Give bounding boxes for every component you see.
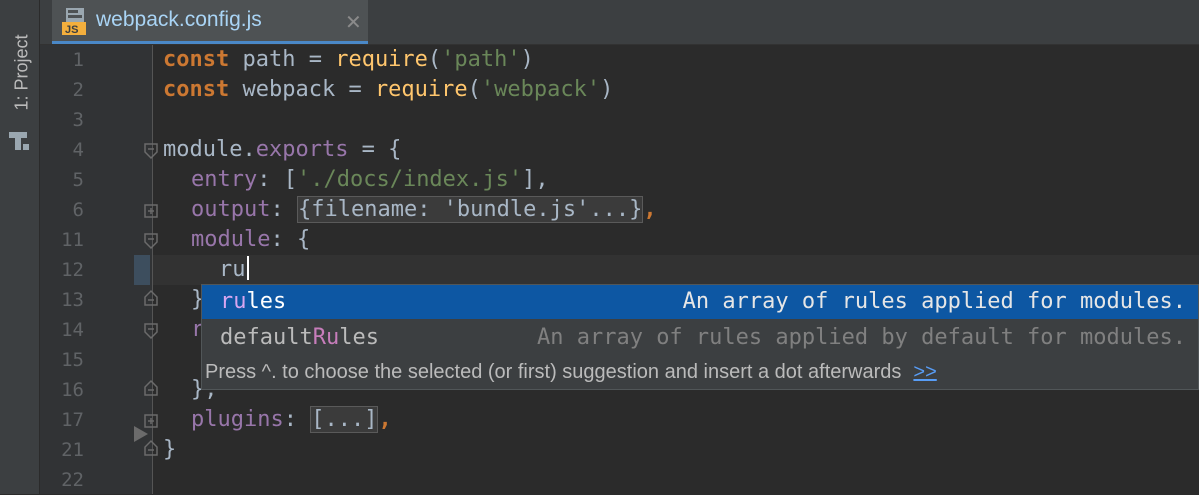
code-completion-popup: rules An array of rules applied for modu…	[201, 284, 1199, 390]
tool-window-strip: 1: Project	[0, 0, 40, 494]
tab-title: webpack.config.js	[96, 8, 262, 31]
hint-more-link[interactable]: >>	[913, 361, 936, 383]
text-cursor	[246, 256, 249, 280]
current-line-gutter-marker	[134, 255, 150, 285]
file-badge-text: JS	[65, 24, 78, 36]
code-line: const webpack = require('webpack')	[163, 77, 614, 102]
tab-webpack-config[interactable]: JS webpack.config.js ✕	[52, 0, 368, 44]
code-line: module.exports = {	[163, 137, 402, 162]
completion-item-description: An array of rules applied for modules.	[682, 289, 1186, 314]
completion-item-defaultrules[interactable]: defaultRules An array of rules applied b…	[202, 321, 1198, 355]
line-number: 2	[72, 79, 84, 101]
completion-item-name: rules	[220, 289, 287, 314]
line-number: 11	[61, 229, 84, 251]
project-tool-label: 1: Project	[11, 34, 32, 111]
line-number: 1	[72, 49, 84, 71]
completion-item-description: An array of rules applied by default for…	[536, 325, 1186, 350]
bookmark-arrow-icon[interactable]	[133, 425, 149, 443]
line-number: 6	[72, 199, 84, 221]
code-line: plugins: [...],	[191, 406, 392, 433]
code-editor[interactable]: const path = require('path') const webpa…	[153, 45, 1199, 494]
line-number: 21	[61, 439, 84, 461]
completion-hint-text: Press ^. to choose the selected (or firs…	[205, 361, 902, 383]
completion-hint: Press ^. to choose the selected (or firs…	[204, 357, 1198, 389]
line-number: 12	[61, 259, 84, 281]
line-number: 13	[61, 289, 84, 311]
line-number: 5	[72, 169, 84, 191]
line-number: 22	[61, 469, 84, 491]
code-line: const path = require('path')	[163, 47, 534, 72]
project-tool-button[interactable]: 1: Project	[6, 12, 34, 150]
line-number: 4	[72, 139, 84, 161]
current-line-highlight	[153, 255, 1199, 285]
line-number: 14	[61, 319, 84, 341]
editor-tab-bar: JS webpack.config.js ✕	[40, 0, 1199, 45]
code-line-current: ru	[219, 255, 249, 285]
code-line: entry: ['./docs/index.js'],	[191, 167, 549, 192]
line-number: 15	[61, 349, 84, 371]
line-number: 3	[72, 109, 84, 131]
line-number: 16	[61, 379, 84, 401]
folded-region[interactable]: [...]	[310, 406, 379, 433]
completion-item-name: defaultRules	[220, 325, 379, 350]
folded-region[interactable]: {filename: 'bundle.js'...}	[296, 196, 644, 223]
code-line: }	[163, 437, 177, 462]
line-number: 17	[61, 409, 84, 431]
javascript-file-icon: JS	[62, 8, 86, 36]
code-line: output: {filename: 'bundle.js'...},	[191, 196, 657, 223]
code-line: module: {	[191, 227, 311, 252]
completion-item-rules[interactable]: rules An array of rules applied for modu…	[202, 285, 1198, 319]
close-icon[interactable]: ✕	[345, 10, 362, 35]
folder-tree-icon	[9, 132, 29, 150]
